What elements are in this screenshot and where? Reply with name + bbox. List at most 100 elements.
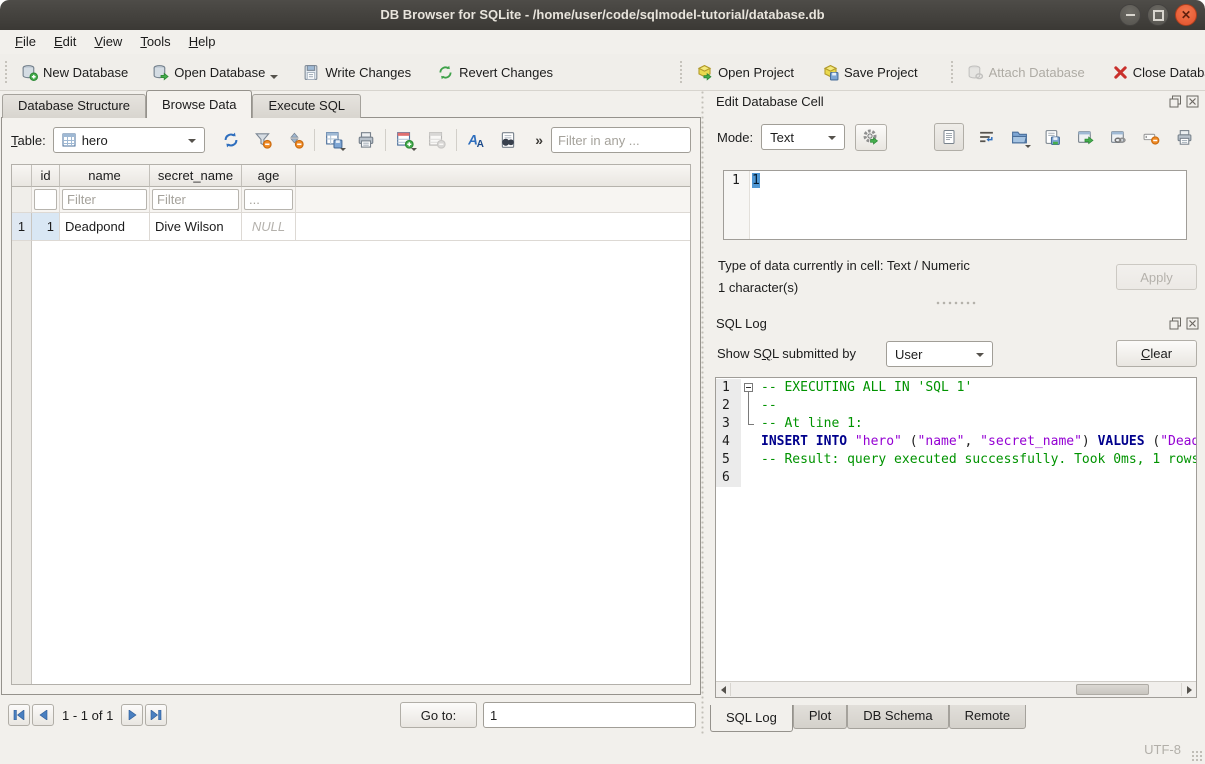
auto-apply-format-button[interactable]	[855, 124, 887, 151]
toolbar-drag-handle[interactable]	[5, 61, 7, 83]
export-cell-data-button[interactable]	[1040, 125, 1064, 149]
menu-file[interactable]: File	[6, 30, 45, 54]
cell-id[interactable]: 1	[32, 213, 60, 241]
save-table-view-button[interactable]	[322, 128, 346, 152]
last-page-button[interactable]	[145, 704, 167, 726]
menu-help[interactable]: Help	[180, 30, 225, 54]
open-database-dropdown-icon[interactable]	[270, 75, 278, 79]
save-project-button[interactable]: Save Project	[815, 60, 925, 85]
first-page-button[interactable]	[8, 704, 30, 726]
sql-log-source-combobox[interactable]: User	[886, 341, 993, 367]
set-null-button[interactable]	[1139, 125, 1163, 149]
goto-record-input[interactable]	[483, 702, 696, 728]
filter-input-age[interactable]	[244, 189, 293, 210]
column-header-name[interactable]: name	[60, 165, 150, 187]
close-dock-icon[interactable]	[1186, 317, 1199, 330]
dock-tab-plot[interactable]: Plot	[793, 705, 847, 729]
fold-margin[interactable]	[741, 379, 757, 397]
table-combobox[interactable]: hero	[53, 127, 205, 153]
column-header-secret-name[interactable]: secret_name	[150, 165, 242, 187]
table-combobox-value: hero	[82, 133, 108, 148]
minimize-button[interactable]	[1119, 4, 1141, 26]
clear-sorting-button[interactable]	[283, 128, 307, 152]
titlebar[interactable]: DB Browser for SQLite - /home/user/code/…	[0, 0, 1205, 31]
document-icon	[941, 129, 957, 145]
font-settings-button[interactable]: AA	[464, 128, 488, 152]
menu-tools[interactable]: Tools	[131, 30, 179, 54]
apply-button[interactable]: Apply	[1116, 264, 1197, 290]
find-in-table-button[interactable]	[496, 128, 520, 152]
toolbar-overflow-chevron[interactable]: »	[535, 132, 543, 148]
filter-input-secret-name[interactable]	[152, 189, 239, 210]
filter-input-id[interactable]	[34, 189, 57, 210]
next-page-button[interactable]	[121, 704, 143, 726]
tab-database-structure[interactable]: Database Structure	[2, 94, 146, 118]
filter-input-name[interactable]	[62, 189, 147, 210]
attach-database-button[interactable]: Attach Database	[960, 60, 1092, 85]
clear-filters-icon	[254, 131, 272, 149]
goto-button[interactable]: Go to:	[400, 702, 477, 728]
revert-changes-button[interactable]: Revert Changes	[430, 60, 560, 85]
menu-edit[interactable]: Edit	[45, 30, 85, 54]
clear-filters-button[interactable]	[251, 128, 275, 152]
toolbar-drag-handle[interactable]	[680, 61, 682, 83]
import-cell-data-button[interactable]	[1007, 125, 1031, 149]
print-cell-button[interactable]	[1172, 125, 1196, 149]
float-dock-icon[interactable]	[1169, 317, 1182, 330]
mode-combobox[interactable]: Text	[761, 124, 845, 150]
open-project-button[interactable]: Open Project	[689, 60, 801, 85]
scrollbar-thumb[interactable]	[1076, 684, 1149, 695]
insert-record-button[interactable]	[393, 128, 417, 152]
column-header-spacer	[296, 165, 690, 187]
dock-splitter-handle[interactable]	[935, 300, 977, 306]
write-changes-button[interactable]: Write Changes	[296, 60, 418, 85]
maximize-button[interactable]	[1147, 4, 1169, 26]
close-dock-icon[interactable]	[1186, 95, 1199, 108]
tab-execute-sql[interactable]: Execute SQL	[252, 94, 361, 118]
sql-log-view[interactable]: 1-- EXECUTING ALL IN 'SQL 1'2--3-- At li…	[715, 377, 1197, 698]
filter-any-column-input[interactable]	[551, 127, 691, 153]
print-table-button[interactable]	[354, 128, 378, 152]
log-line-number: 4	[716, 433, 741, 451]
delete-record-button[interactable]	[425, 128, 449, 152]
grid-empty-area[interactable]	[32, 241, 690, 684]
tab-browse-data[interactable]: Browse Data	[146, 90, 252, 118]
browse-pane: Database Structure Browse Data Execute S…	[0, 90, 706, 764]
cell-value-editor[interactable]: 1 1	[723, 170, 1187, 240]
scroll-left-button[interactable]	[716, 683, 731, 696]
refresh-button[interactable]	[219, 128, 243, 152]
clear-log-button[interactable]: Clear	[1116, 340, 1197, 367]
resize-grip[interactable]	[1191, 750, 1203, 762]
open-database-button[interactable]: Open Database	[145, 60, 272, 85]
save-project-icon	[822, 64, 839, 81]
record-range-label: 1 - 1 of 1	[56, 708, 119, 723]
dock-tab-db-schema[interactable]: DB Schema	[847, 705, 948, 729]
float-dock-icon[interactable]	[1169, 95, 1182, 108]
new-database-button[interactable]: New Database	[14, 60, 135, 85]
scroll-right-button[interactable]	[1181, 683, 1196, 696]
grid-corner[interactable]	[12, 165, 32, 187]
word-wrap-button[interactable]	[974, 125, 998, 149]
copy-link-button[interactable]	[1106, 125, 1130, 149]
open-in-external-button[interactable]	[1073, 125, 1097, 149]
previous-page-button[interactable]	[32, 704, 54, 726]
toolbar-drag-handle[interactable]	[951, 61, 953, 83]
column-header-age[interactable]: age	[242, 165, 296, 187]
close-button[interactable]: ✕	[1175, 4, 1197, 26]
sql-log-hscrollbar[interactable]	[716, 681, 1196, 697]
text-mode-button[interactable]	[934, 123, 964, 151]
cell-secret-name[interactable]: Dive Wilson	[150, 213, 242, 241]
column-header-id[interactable]: id	[32, 165, 60, 187]
menu-view[interactable]: View	[85, 30, 131, 54]
dock-tab-remote[interactable]: Remote	[949, 705, 1027, 729]
cell-age-null[interactable]: NULL	[242, 213, 296, 241]
close-database-button[interactable]: Close Database	[1106, 61, 1205, 84]
edit-cell-dock-buttons	[1169, 95, 1199, 108]
fold-collapse-icon[interactable]	[744, 383, 753, 392]
cell-name[interactable]: Deadpond	[60, 213, 150, 241]
dock-tab-sql-log[interactable]: SQL Log	[710, 705, 793, 732]
editor-content[interactable]: 1	[750, 171, 1186, 239]
row-header[interactable]: 1	[12, 213, 32, 241]
fold-margin	[741, 451, 757, 469]
attach-database-label: Attach Database	[989, 65, 1085, 80]
